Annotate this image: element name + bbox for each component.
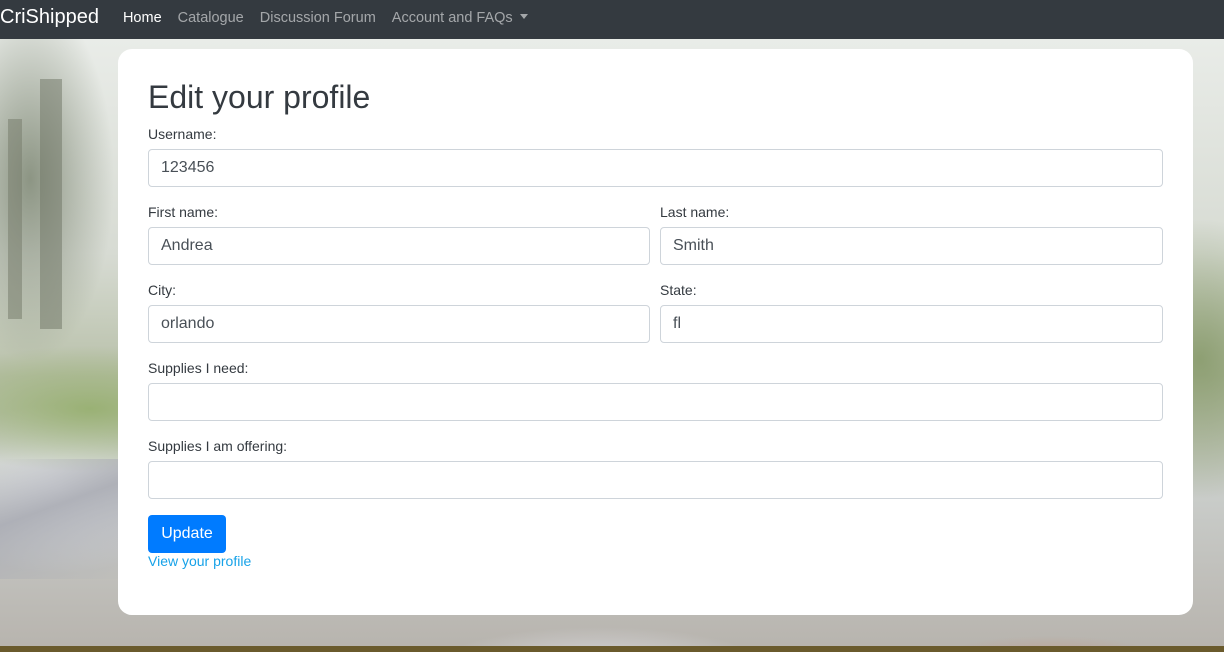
supplies-offering-label: Supplies I am offering: xyxy=(148,438,288,454)
view-profile-link[interactable]: View your profile xyxy=(148,553,251,569)
state-field[interactable] xyxy=(660,305,1163,343)
nav-discussion-forum[interactable]: Discussion Forum xyxy=(260,10,376,26)
nav-account-faqs-dropdown[interactable]: Account and FAQs xyxy=(392,10,528,26)
background-tree xyxy=(8,119,22,319)
first-name-label: First name: xyxy=(148,204,219,220)
page-title: Edit your profile xyxy=(148,79,371,115)
supplies-need-field[interactable] xyxy=(148,383,1163,421)
brand-logo[interactable]: CriShipped xyxy=(0,6,99,29)
username-label: Username: xyxy=(148,126,217,142)
first-name-field[interactable] xyxy=(148,227,650,265)
background-bottom-strip xyxy=(0,646,1224,652)
city-label: City: xyxy=(148,282,176,298)
nav-home[interactable]: Home xyxy=(123,10,162,26)
top-navbar: CriShipped Home Catalogue Discussion For… xyxy=(0,0,1224,39)
edit-profile-card: Edit your profile Username: First name: … xyxy=(118,49,1193,615)
username-field[interactable] xyxy=(148,149,1163,187)
supplies-offering-field[interactable] xyxy=(148,461,1163,499)
last-name-field[interactable] xyxy=(660,227,1163,265)
background-rail xyxy=(0,459,130,579)
state-label: State: xyxy=(660,282,697,298)
chevron-down-icon xyxy=(519,13,528,19)
update-button[interactable]: Update xyxy=(148,515,226,553)
last-name-label: Last name: xyxy=(660,204,730,220)
nav-account-faqs-label: Account and FAQs xyxy=(391,9,513,26)
city-field[interactable] xyxy=(148,305,650,343)
supplies-need-label: Supplies I need: xyxy=(148,360,249,376)
nav-catalogue[interactable]: Catalogue xyxy=(178,10,244,26)
background-tree xyxy=(40,79,62,329)
